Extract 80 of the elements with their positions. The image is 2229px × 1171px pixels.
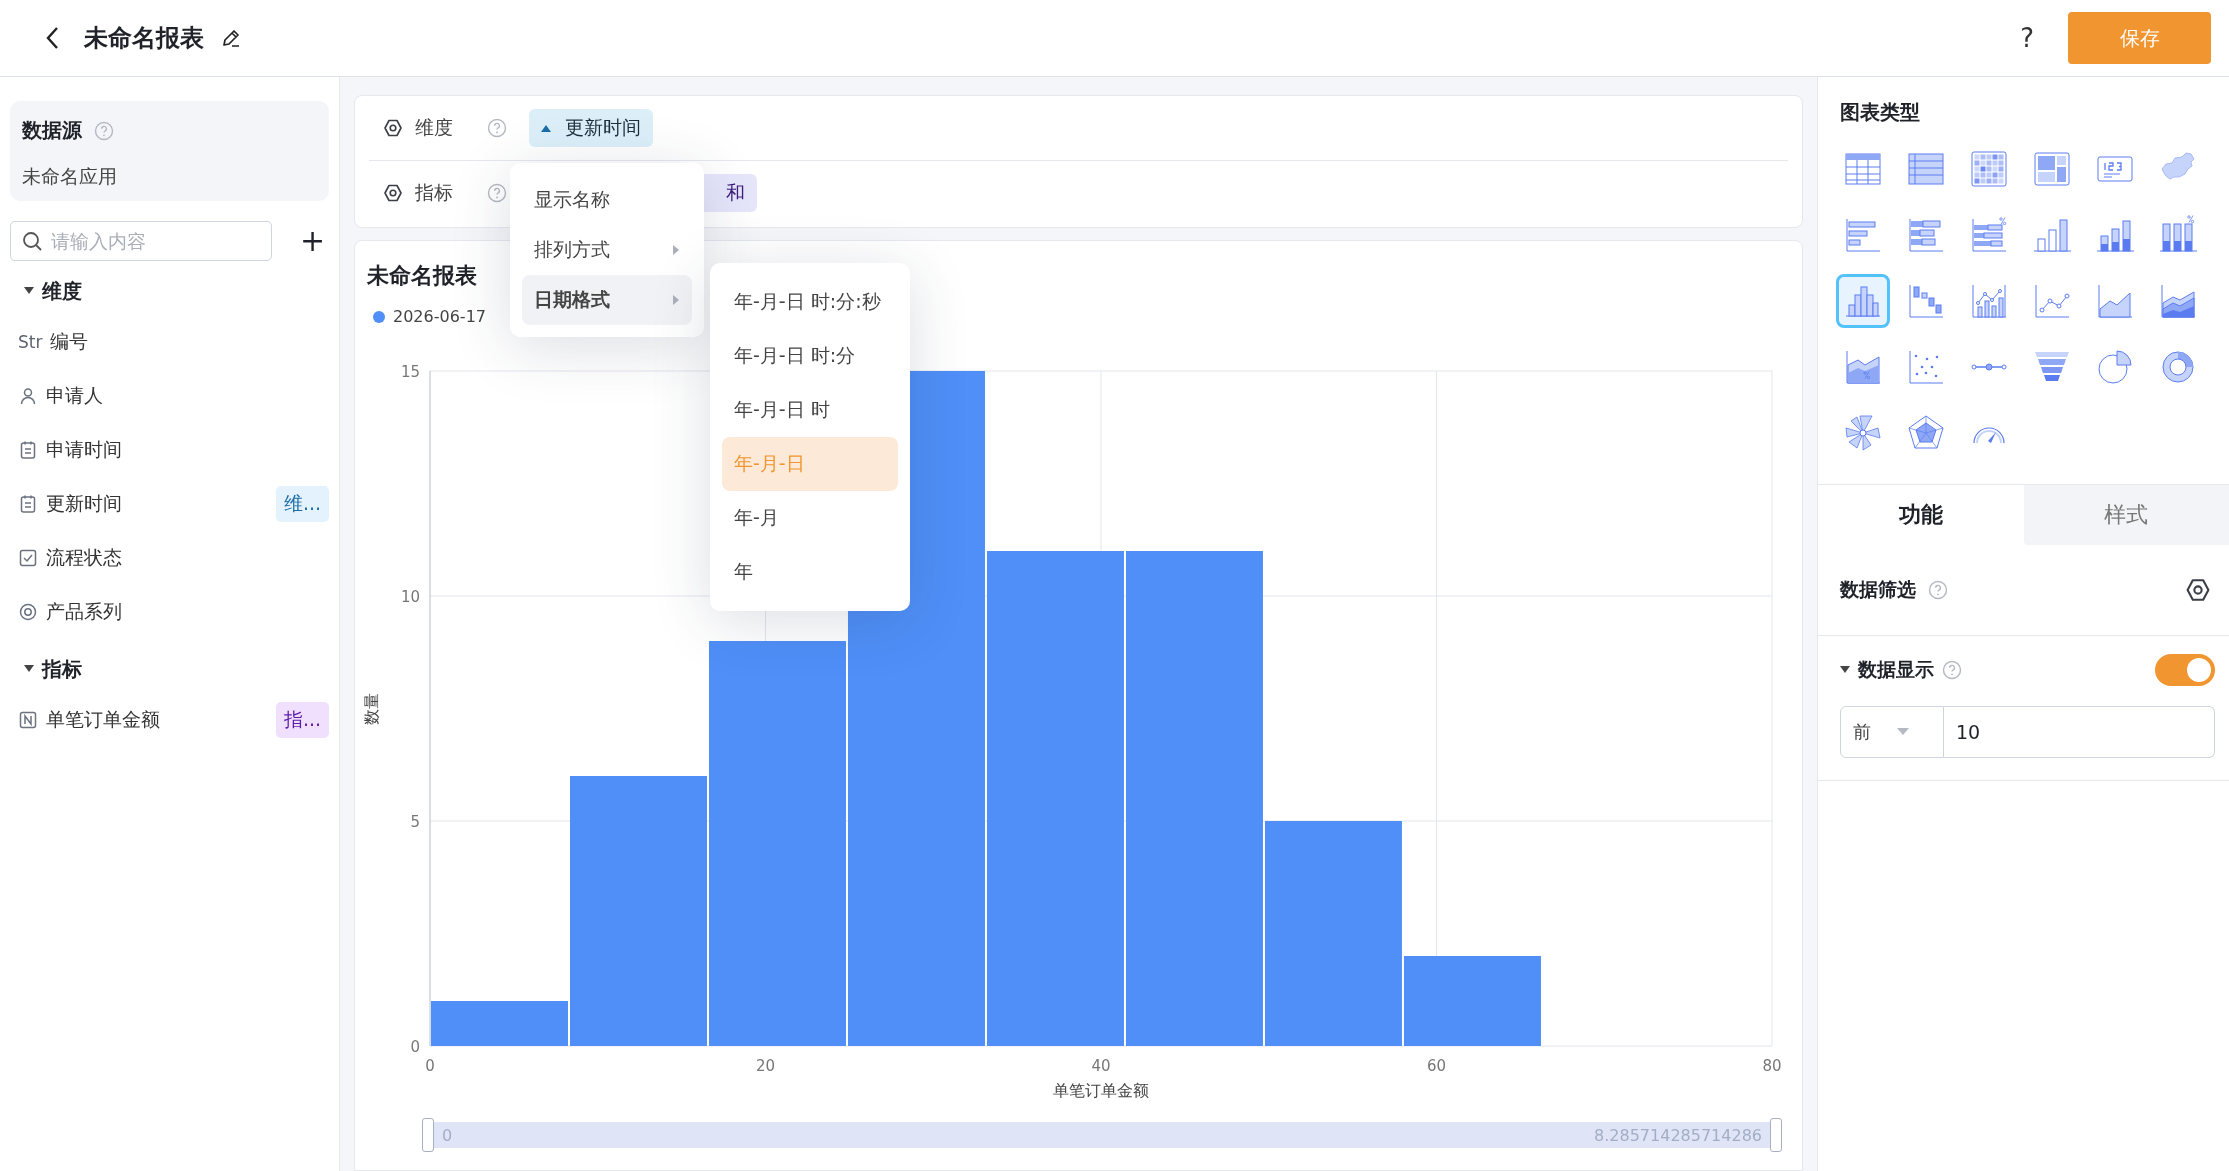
range-slider-track[interactable]: [434, 1122, 1770, 1148]
menu-item[interactable]: 年-月-日 时:分: [722, 329, 898, 383]
menu-item[interactable]: 年-月-日 时:分:秒: [722, 275, 898, 329]
search-icon: [21, 230, 43, 252]
caret-down-icon[interactable]: [1840, 666, 1850, 674]
number-field[interactable]: 10: [1944, 706, 2215, 758]
rose-chart-icon[interactable]: [1843, 413, 1883, 453]
checkbox-icon: [18, 548, 38, 568]
x-tick-label: 40: [1091, 1057, 1111, 1075]
field-label: 指标: [415, 180, 453, 205]
add-button[interactable]: +: [300, 226, 326, 256]
dimension-tag: 维...: [275, 486, 329, 522]
section-title: 数据源: [22, 117, 82, 144]
group-title: 维度: [42, 277, 82, 305]
percent-column-chart-icon[interactable]: [2158, 215, 2198, 255]
calendar-icon: [18, 494, 38, 514]
field-label: 维度: [415, 115, 453, 140]
heatmap-icon[interactable]: [1969, 149, 2009, 189]
caret-down-icon[interactable]: [24, 287, 34, 295]
section-title: 数据筛选: [1840, 577, 1916, 602]
field-item[interactable]: 申请人: [46, 383, 329, 409]
menu-item[interactable]: 排列方式: [522, 225, 692, 275]
menu-item[interactable]: 年: [722, 545, 898, 599]
field-item[interactable]: 更新时间: [46, 491, 268, 517]
help-button[interactable]: ?: [2020, 23, 2034, 53]
help-icon[interactable]: [1942, 660, 1962, 680]
chart-title: 未命名报表: [367, 262, 478, 290]
group-title: 指标: [42, 655, 82, 683]
number-field-icon: [18, 710, 38, 730]
help-icon[interactable]: [1928, 580, 1948, 600]
menu-item[interactable]: 年-月: [722, 491, 898, 545]
radio-icon: [18, 602, 38, 622]
slider-handle[interactable]: [422, 1118, 434, 1152]
range-start-label: 0: [442, 1125, 453, 1145]
pencil-icon[interactable]: [220, 27, 242, 49]
help-icon[interactable]: [487, 183, 507, 203]
y-tick-label: 5: [410, 813, 420, 831]
y-tick-label: 15: [400, 363, 420, 381]
person-icon: [18, 386, 38, 406]
string-type-label: Str: [18, 332, 43, 352]
field-item[interactable]: 单笔订单金额: [46, 707, 268, 733]
settings-icon[interactable]: [383, 183, 403, 203]
x-tick-label: 60: [1426, 1057, 1447, 1075]
x-tick-label: 0: [425, 1057, 435, 1075]
settings-icon[interactable]: [383, 118, 403, 138]
help-icon[interactable]: [487, 118, 507, 138]
section-title: 图表类型: [1840, 99, 1921, 126]
help-icon[interactable]: [94, 120, 114, 141]
x-axis-title: 单笔订单金额: [1053, 1081, 1149, 1100]
y-axis-title: 数量: [362, 692, 381, 725]
x-tick-label: 20: [755, 1057, 776, 1075]
menu-item[interactable]: 年-月-日 时: [722, 383, 898, 437]
settings-icon[interactable]: [2185, 577, 2211, 603]
search-field[interactable]: 请输入内容: [10, 221, 272, 261]
menu-item[interactable]: 显示名称: [522, 175, 692, 225]
slider-handle[interactable]: [1770, 1118, 1782, 1152]
toggle-switch[interactable]: [2155, 654, 2215, 686]
x-tick-label: 80: [1762, 1057, 1782, 1075]
caret-down-icon[interactable]: [24, 665, 34, 673]
percent-bar-chart-icon[interactable]: [1969, 215, 2009, 255]
menu-item[interactable]: 日期格式: [522, 275, 692, 325]
legend-label[interactable]: 2026-06-17: [393, 307, 486, 326]
range-end-label: 8.285714285714286: [1594, 1125, 1762, 1145]
y-tick-label: 10: [400, 588, 420, 606]
field-item[interactable]: 申请时间: [46, 437, 329, 463]
report-title: 未命名报表: [84, 23, 204, 54]
dashboard-icon[interactable]: [2032, 149, 2072, 189]
dimension-chip[interactable]: 更新时间: [529, 109, 653, 147]
field-item[interactable]: 流程状态: [46, 545, 329, 571]
datasource-name: 未命名应用: [22, 164, 118, 189]
tab[interactable]: 样式: [2023, 485, 2229, 545]
field-item[interactable]: 产品系列: [46, 599, 329, 625]
section-title: 数据显示: [1858, 657, 1934, 682]
metric-tag: 指...: [275, 702, 329, 738]
pie-chart-icon[interactable]: [2095, 347, 2135, 387]
caret-down-icon: [1897, 728, 1909, 736]
mode-dropdown[interactable]: 前: [1840, 706, 1944, 758]
calendar-icon: [18, 440, 38, 460]
y-tick-label: 0: [410, 1038, 420, 1056]
field-item[interactable]: 编号: [50, 329, 329, 355]
